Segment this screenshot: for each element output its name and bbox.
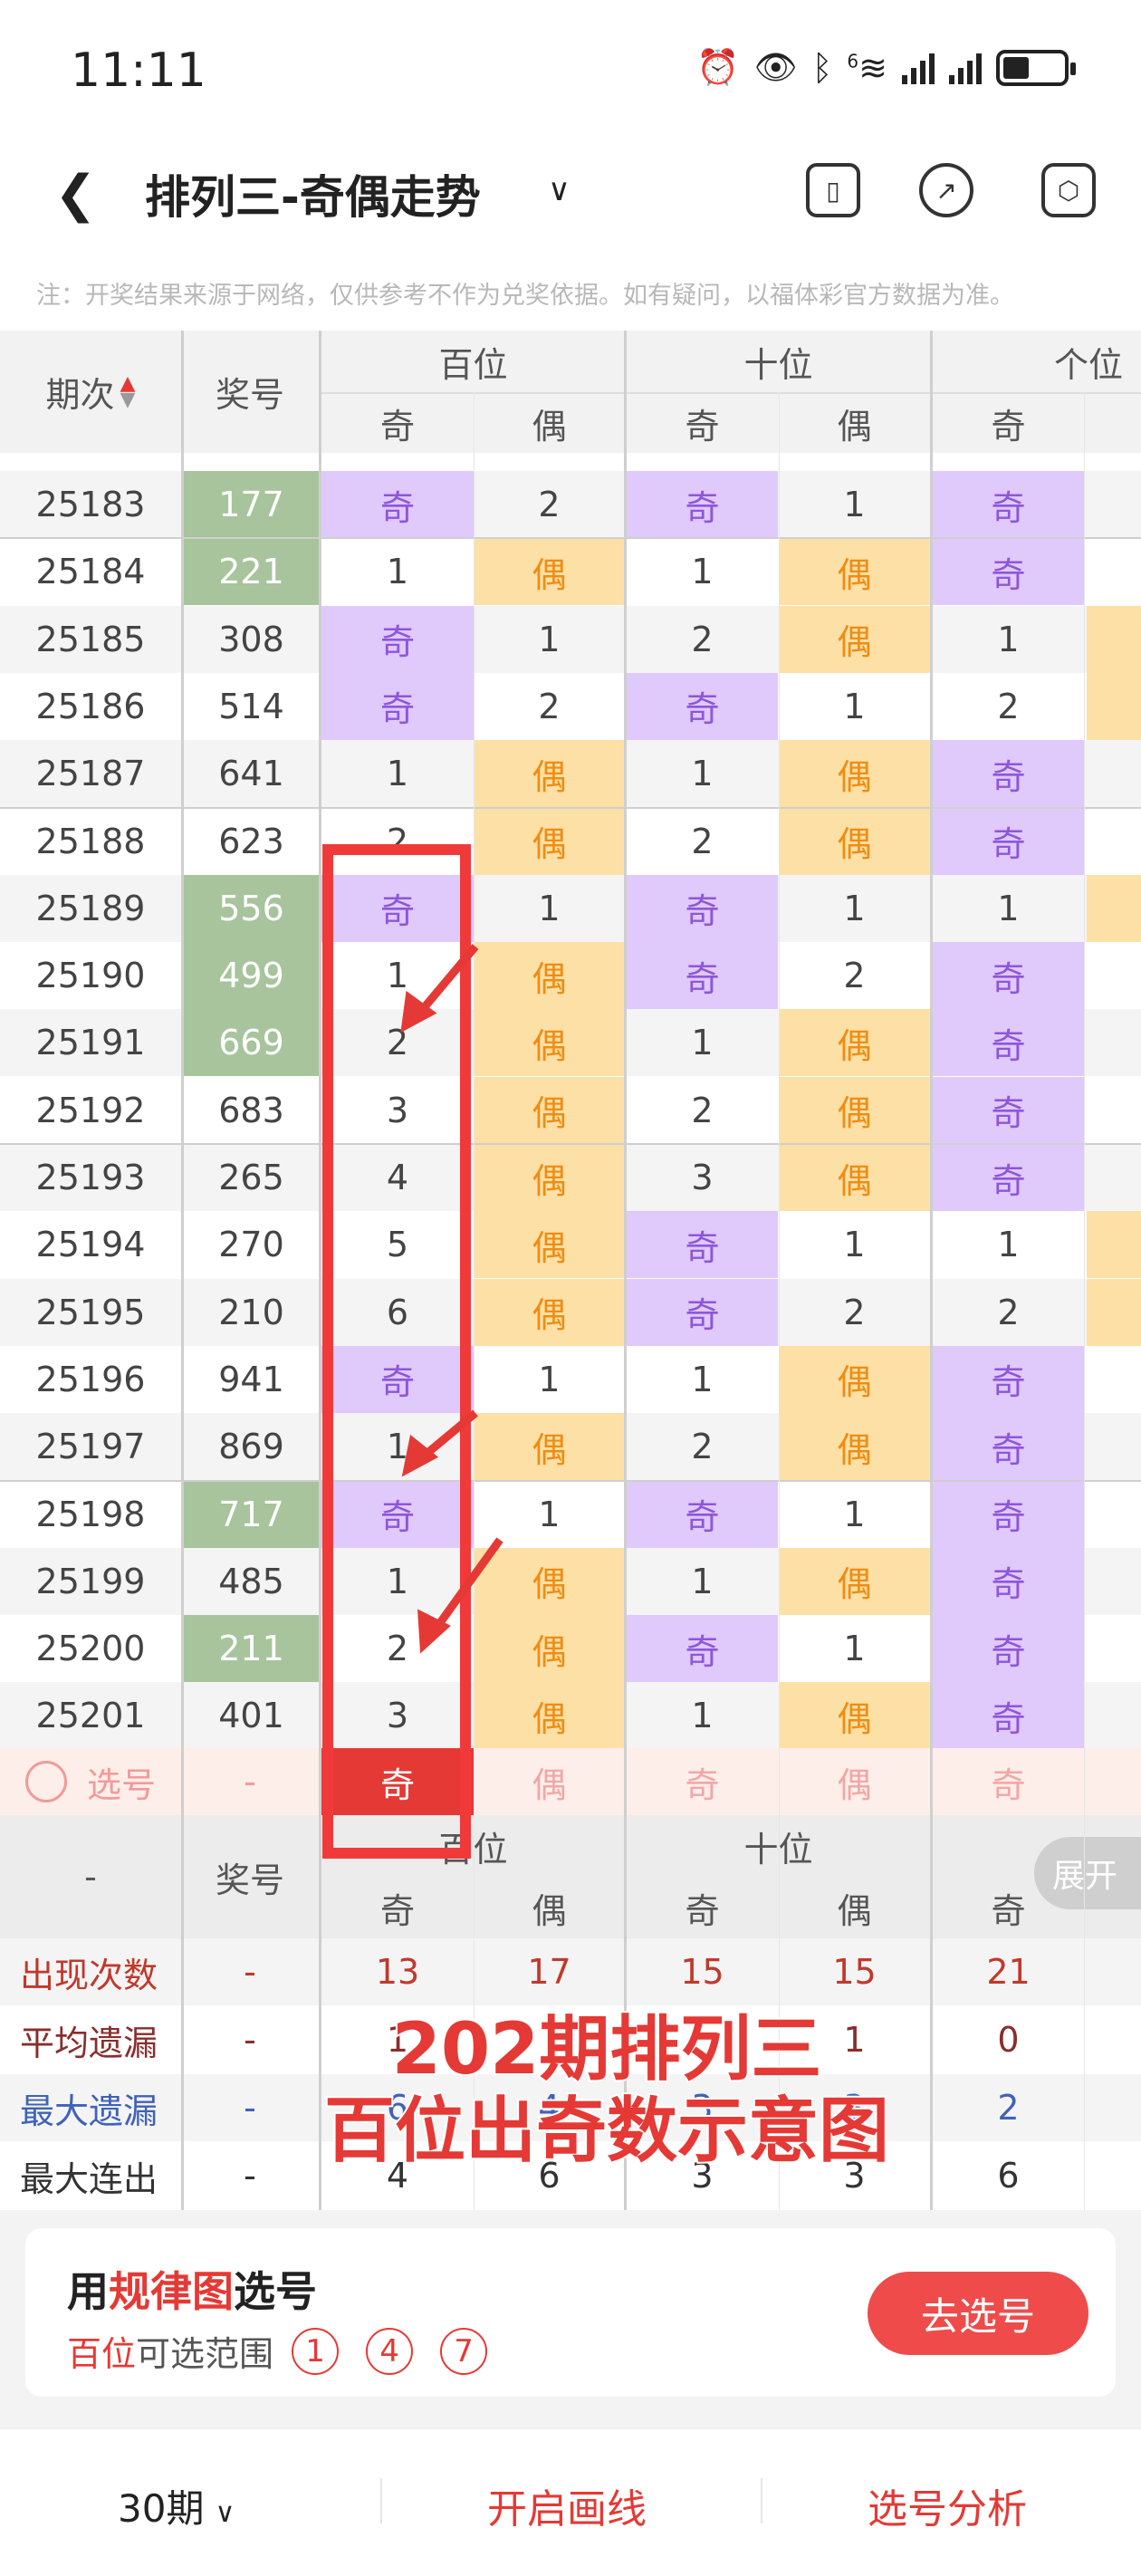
period-selector[interactable]: 30期 ∨ — [118, 2478, 235, 2533]
highlight-box — [322, 844, 471, 1859]
range-number: 7 — [440, 2327, 488, 2375]
card-title-prefix: 用 — [67, 2267, 109, 2316]
card-title-highlight: 规律图 — [109, 2267, 234, 2316]
card-title-suffix: 选号 — [234, 2267, 317, 2316]
annotation-subtitle: 百位出奇数示意图 — [322, 2089, 891, 2174]
annotation-overlay — [322, 844, 503, 1859]
go-select-button[interactable]: 去选号 — [868, 2272, 1088, 2355]
bottom-bar: 30期 ∨ 开启画线 选号分析 — [0, 2427, 1141, 2576]
divider — [380, 2478, 382, 2523]
pattern-pick-card: 用规律图选号 百位 可选范围 1 4 7 去选号 — [25, 2228, 1116, 2397]
period-selector-label: 30期 — [118, 2486, 205, 2531]
range-label: 可选范围 — [136, 2334, 274, 2374]
card-range: 百位 可选范围 1 4 7 — [67, 2326, 514, 2376]
range-number: 4 — [366, 2327, 414, 2375]
draw-lines-button[interactable]: 开启画线 — [487, 2476, 647, 2534]
card-title: 用规律图选号 — [67, 2259, 317, 2319]
range-number: 1 — [292, 2327, 340, 2375]
range-position: 百位 — [67, 2334, 137, 2374]
screen: 11:11 ⏰ 👁 ᛒ 6≋ ❮ 排列三-奇偶走势 ∨ ▯ ↗ ⬡ 注：开奖结果… — [0, 0, 1141, 2576]
divider — [761, 2478, 762, 2523]
analysis-button[interactable]: 选号分析 — [868, 2476, 1027, 2534]
chevron-down-icon: ∨ — [215, 2497, 235, 2529]
